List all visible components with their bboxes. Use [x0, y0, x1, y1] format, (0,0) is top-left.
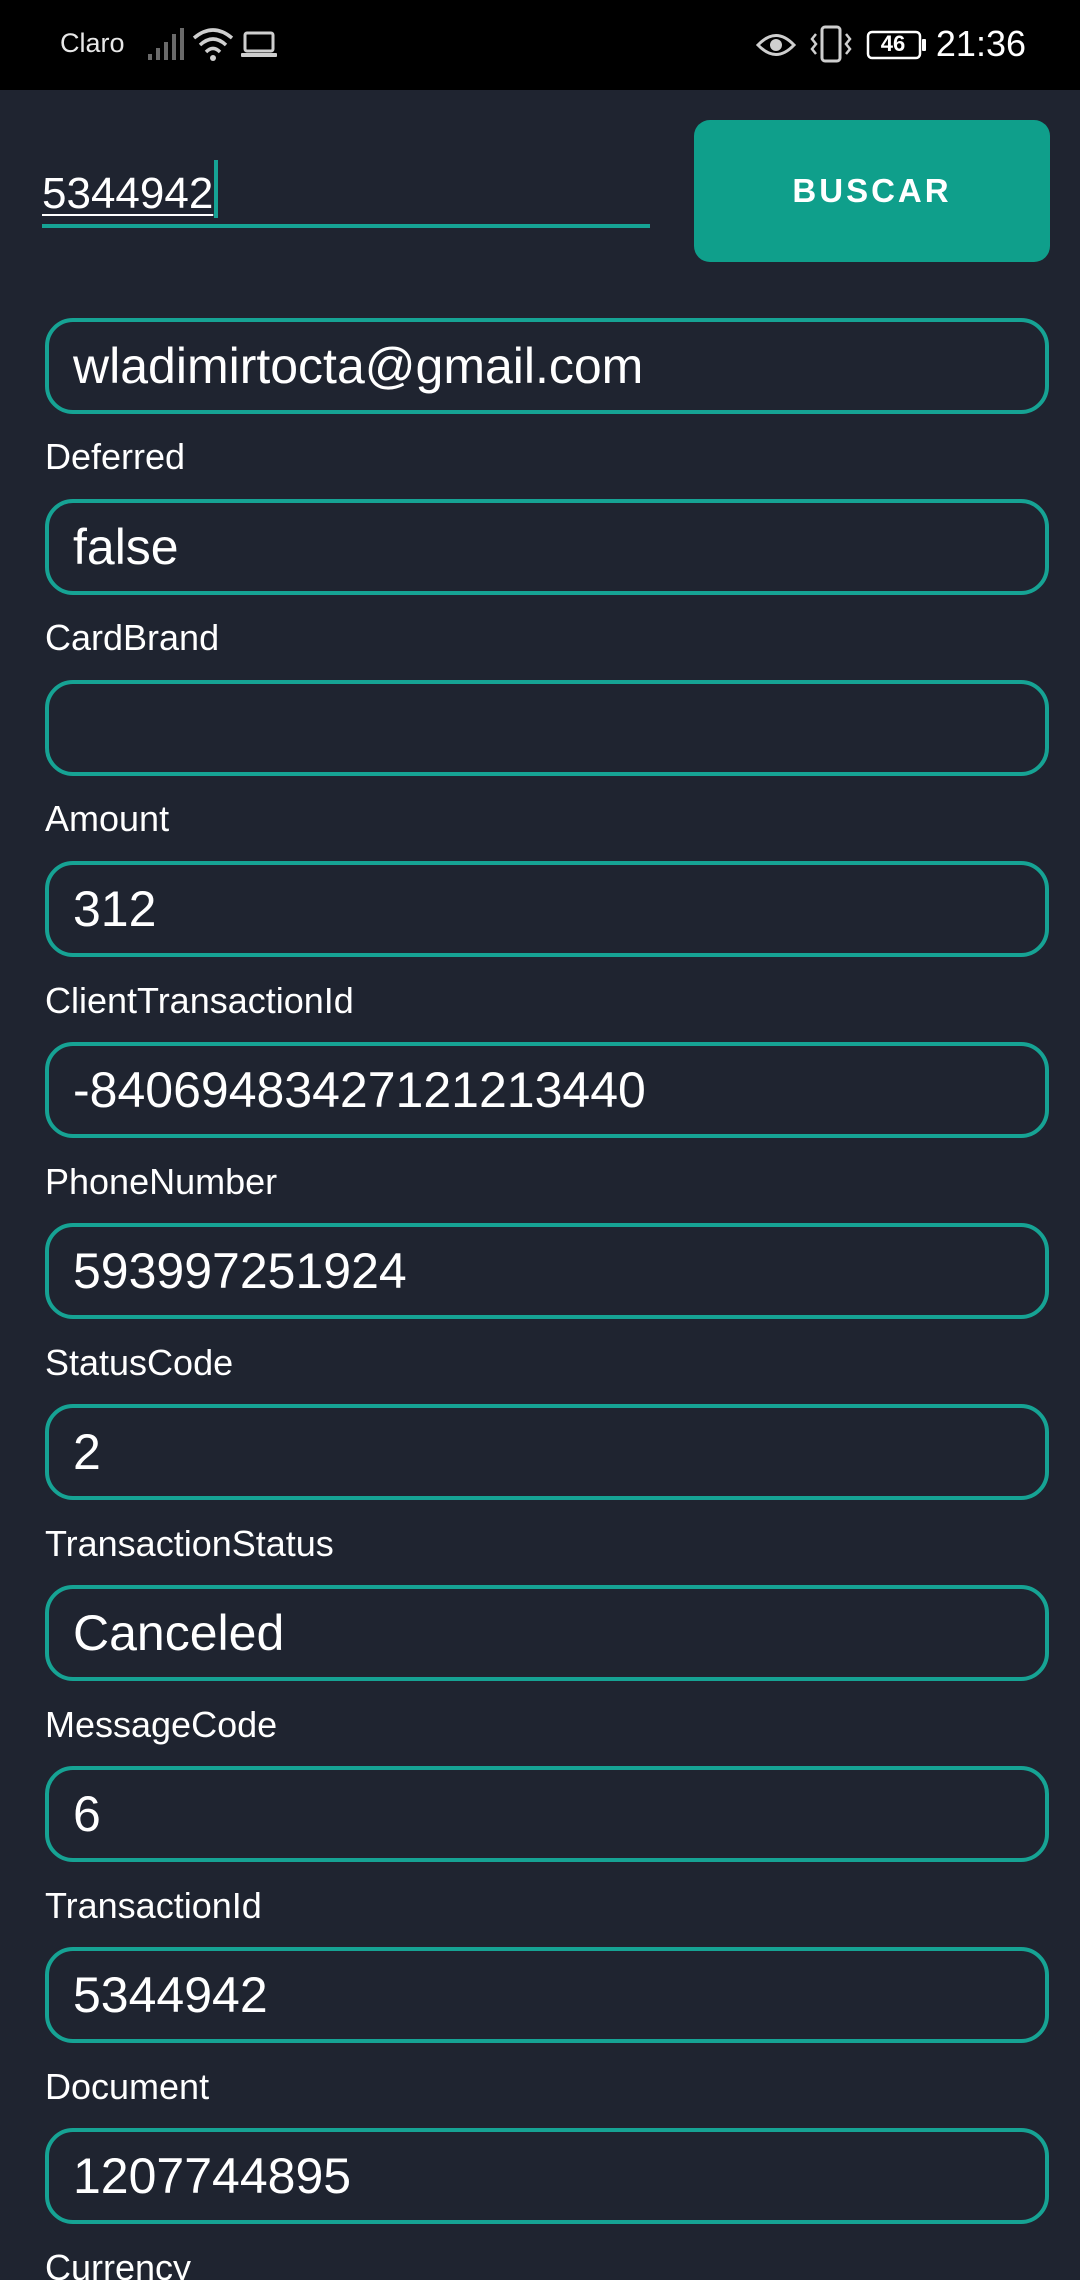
- search-input-underline: [42, 224, 650, 228]
- status-code-field-value: 2: [73, 1424, 101, 1480]
- eye-icon: [755, 30, 797, 65]
- client-transaction-id-label: ClientTransactionId: [45, 980, 354, 1021]
- client-transaction-id-field-value: -84069483427121213440: [73, 1062, 646, 1118]
- laptop-icon: [240, 30, 278, 65]
- client-transaction-id-field[interactable]: -84069483427121213440: [45, 1042, 1049, 1138]
- search-input[interactable]: 5344942: [42, 150, 650, 230]
- phone-number-label: PhoneNumber: [45, 1161, 278, 1202]
- text-cursor: [214, 160, 219, 218]
- email-field[interactable]: wladimirtocta@gmail.com: [45, 318, 1049, 414]
- phone-number-field[interactable]: 593997251924: [45, 1223, 1049, 1319]
- message-code-field[interactable]: 6: [45, 1766, 1049, 1862]
- battery-level: 46: [880, 31, 906, 56]
- message-code-label: MessageCode: [45, 1704, 278, 1745]
- wifi-icon: [192, 26, 234, 67]
- vibrate-icon: [808, 24, 854, 69]
- document-field-value: 1207744895: [73, 2148, 352, 2204]
- deferred-field[interactable]: false: [45, 499, 1049, 595]
- document-label: Document: [45, 2066, 210, 2107]
- message-code-field-value: 6: [73, 1786, 101, 1842]
- document-field[interactable]: 1207744895: [45, 2128, 1049, 2224]
- transaction-id-field[interactable]: 5344942: [45, 1947, 1049, 2043]
- signal-icon: [146, 26, 186, 67]
- carrier-label: Claro: [60, 28, 125, 58]
- transaction-id-field-value: 5344942: [73, 1967, 268, 2023]
- deferred-label: Deferred: [45, 436, 186, 477]
- transaction-status-field[interactable]: Canceled: [45, 1585, 1049, 1681]
- amount-field-value: 312: [73, 881, 157, 937]
- transaction-id-label: TransactionId: [45, 1885, 262, 1926]
- status-bar: Claro 46 21:36: [0, 0, 1080, 90]
- phone-number-field-value: 593997251924: [73, 1243, 407, 1299]
- amount-label: Amount: [45, 798, 170, 839]
- app-screen: Claro 46 21:36 5344942 BUSCAR wladimirto…: [0, 0, 1080, 2280]
- status-code-field[interactable]: 2: [45, 1404, 1049, 1500]
- deferred-field-value: false: [73, 519, 179, 575]
- email-field-value: wladimirtocta@gmail.com: [73, 338, 644, 394]
- currency-label: Currency: [45, 2247, 192, 2280]
- card-brand-field[interactable]: [45, 680, 1049, 776]
- amount-field[interactable]: 312: [45, 861, 1049, 957]
- transaction-status-label: TransactionStatus: [45, 1523, 334, 1564]
- transaction-status-field-value: Canceled: [73, 1605, 285, 1661]
- search-input-value[interactable]: 5344942: [42, 160, 219, 219]
- card-brand-label: CardBrand: [45, 617, 220, 658]
- clock: 21:36: [935, 23, 1026, 64]
- search-button[interactable]: BUSCAR: [694, 120, 1050, 262]
- status-code-label: StatusCode: [45, 1342, 234, 1383]
